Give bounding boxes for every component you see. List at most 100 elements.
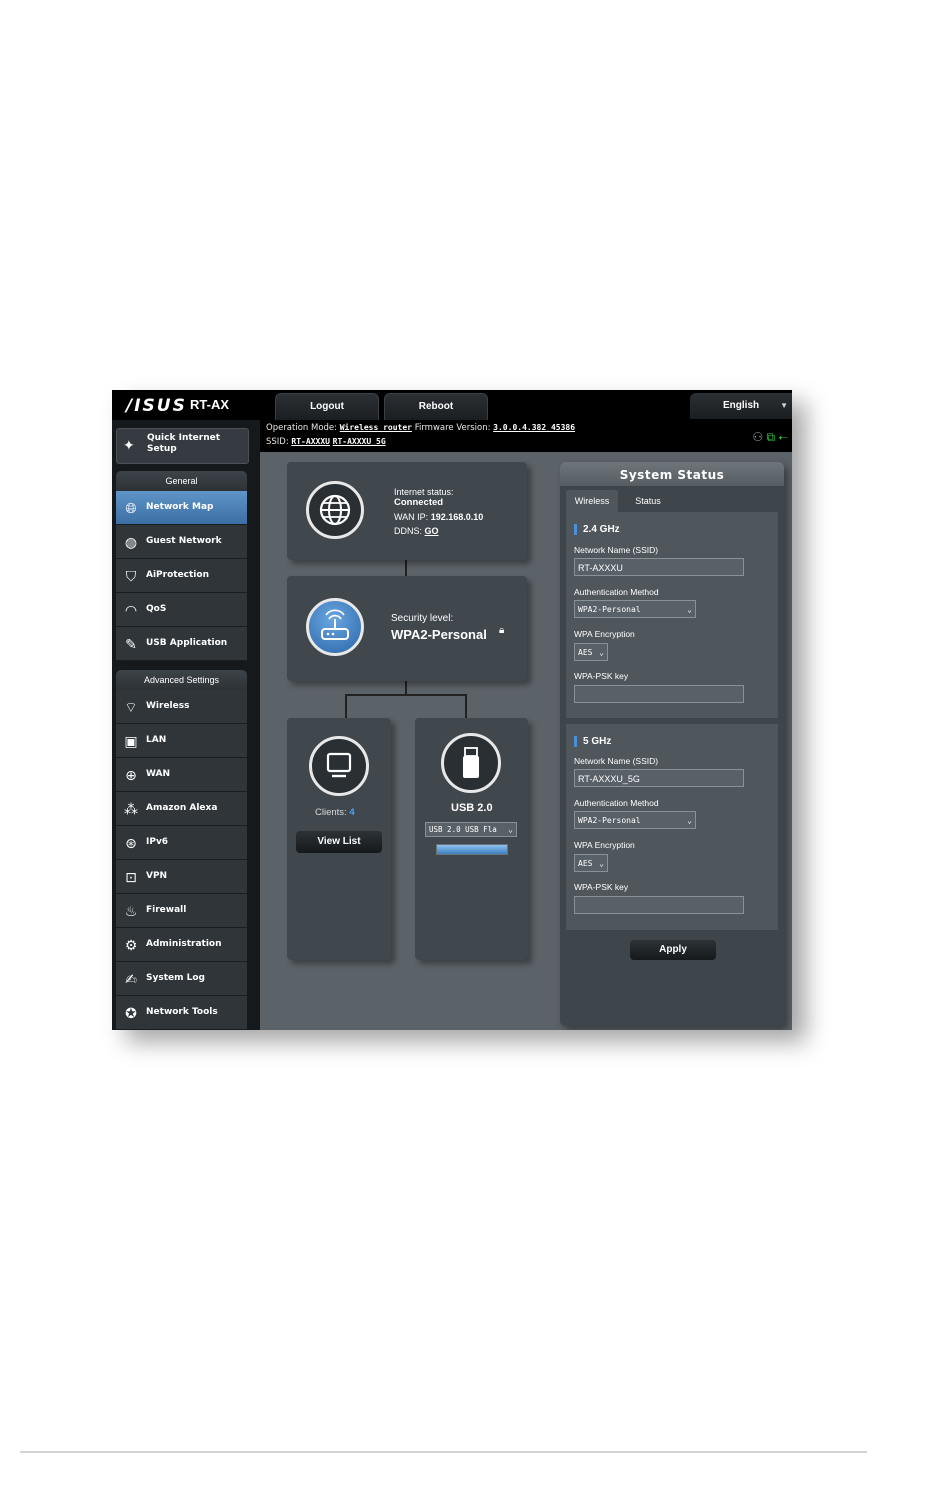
- sidebar-item-lan[interactable]: ▣ LAN: [116, 724, 247, 758]
- lan-port-icon: ▣: [124, 733, 138, 749]
- sidebar-item-wireless[interactable]: ⌔ Wireless: [116, 690, 247, 724]
- sidebar-item-label: AiProtection: [146, 570, 209, 580]
- chevron-down-icon: ▼: [780, 401, 788, 410]
- ssid-5-input[interactable]: RT-AXXXU_5G: [574, 769, 744, 787]
- quick-setup-label: Quick Internet Setup: [147, 433, 221, 454]
- sidebar-item-network-tools[interactable]: ✪ Network Tools: [116, 996, 247, 1030]
- enc-5-select[interactable]: AES ⌄: [574, 854, 608, 872]
- system-status-title: System Status: [560, 462, 784, 486]
- general-section: General 🌐︎ Network Map ◍ Guest Network ⛉…: [116, 471, 247, 661]
- sidebar-item-label: Network Tools: [146, 1007, 218, 1017]
- auth-5-label: Authentication Method: [574, 798, 659, 808]
- chevron-down-icon: ⌄: [687, 605, 692, 614]
- ssid-24-label: Network Name (SSID): [574, 545, 659, 555]
- shield-lock-icon: ⛉: [125, 568, 137, 584]
- ssid-5-link[interactable]: RT-AXXXU_5G: [333, 437, 386, 446]
- apply-button[interactable]: Apply: [630, 940, 716, 960]
- psk-5-input[interactable]: [574, 896, 744, 914]
- sidebar-item-label: QoS: [146, 604, 167, 614]
- model-name: RT-AX: [190, 397, 229, 412]
- clients-line: Clients: 4: [315, 807, 355, 818]
- ipv6-icon: ⊛: [125, 835, 137, 851]
- sidebar-item-label: USB Application: [146, 638, 228, 648]
- network-status-icon[interactable]: ⧉: [766, 430, 775, 444]
- sidebar-item-label: Administration: [146, 939, 222, 949]
- sidebar-item-system-log[interactable]: ✍ System Log: [116, 962, 247, 996]
- page-footer-rule: [20, 1451, 867, 1453]
- router-security-card[interactable]: Security level: WPA2-Personal 🔒︎: [287, 576, 527, 681]
- globe-icon: [306, 481, 364, 539]
- connector-line: [345, 694, 347, 718]
- ssid-24-input[interactable]: RT-AXXXU: [574, 558, 744, 576]
- band-24-heading: 2.4 GHz: [574, 524, 620, 535]
- sidebar-item-administration[interactable]: ⚙ Administration: [116, 928, 247, 962]
- wan-globe-icon: ⊕: [125, 767, 137, 783]
- sidebar-item-network-map[interactable]: 🌐︎ Network Map: [116, 491, 247, 525]
- clients-status-icon[interactable]: ⚇: [752, 430, 763, 444]
- ssid-24-link[interactable]: RT-AXXXU: [291, 437, 330, 446]
- operation-mode-link[interactable]: Wireless router: [340, 423, 412, 432]
- usb-status-icon[interactable]: ⭠: [778, 430, 788, 444]
- ddns-go-link[interactable]: GO: [425, 526, 439, 536]
- chevron-down-icon: ⌄: [687, 816, 692, 825]
- logout-button[interactable]: Logout: [275, 393, 379, 420]
- sidebar-item-guest-network[interactable]: ◍ Guest Network: [116, 525, 247, 559]
- admin-gear-icon: ⚙: [124, 937, 138, 953]
- psk-5-label: WPA-PSK key: [574, 882, 629, 892]
- fire-icon: ♨: [124, 903, 138, 919]
- firmware-link[interactable]: 3.0.0.4.382_45386: [493, 423, 575, 432]
- enc-5-label: WPA Encryption: [574, 840, 635, 850]
- connector-line: [465, 694, 467, 718]
- sidebar-item-ipv6[interactable]: ⊛ IPv6: [116, 826, 247, 860]
- band-5-panel: 5 GHz Network Name (SSID) RT-AXXXU_5G Au…: [566, 724, 778, 930]
- sidebar-item-usb-application[interactable]: ✎ USB Application: [116, 627, 247, 661]
- sidebar-item-label: VPN: [146, 871, 168, 881]
- clients-label: Clients:: [315, 807, 347, 818]
- advanced-section: Advanced Settings ⌔ Wireless ▣ LAN ⊕ WAN…: [116, 670, 247, 1030]
- sidebar-item-label: LAN: [146, 735, 167, 745]
- auth-24-value: WPA2-Personal: [578, 605, 641, 614]
- auth-24-select[interactable]: WPA2-Personal ⌄: [574, 600, 696, 618]
- sidebar-item-qos[interactable]: ◠ QoS: [116, 593, 247, 627]
- sidebar-item-label: Guest Network: [146, 536, 222, 546]
- wan-ip-label: WAN IP:: [394, 512, 429, 522]
- auth-5-select[interactable]: WPA2-Personal ⌄: [574, 811, 696, 829]
- view-list-button[interactable]: View List: [296, 831, 382, 853]
- enc-24-select[interactable]: AES ⌄: [574, 643, 608, 661]
- sidebar-item-amazon-alexa[interactable]: ⁂ Amazon Alexa: [116, 792, 247, 826]
- sidebar-item-aiprotection[interactable]: ⛉ AiProtection: [116, 559, 247, 593]
- connector-line: [345, 694, 467, 696]
- usb-device-select[interactable]: USB 2.0 USB Fla ⌄: [425, 822, 517, 837]
- wan-ip-line: WAN IP: 192.168.0.10: [394, 512, 483, 522]
- tab-status[interactable]: Status: [622, 490, 674, 512]
- clients-card[interactable]: Clients: 4 View List: [287, 718, 391, 960]
- ssid-line: SSID: RT-AXXXU RT-AXXXU_5G: [266, 437, 386, 447]
- puzzle-icon: ✎: [125, 636, 137, 652]
- tools-gear-icon: ✪: [125, 1005, 137, 1021]
- firmware-label: Firmware Version:: [414, 423, 491, 433]
- sidebar-item-vpn[interactable]: ⊡ VPN: [116, 860, 247, 894]
- auth-24-label: Authentication Method: [574, 587, 659, 597]
- ddns-label: DDNS:: [394, 526, 423, 536]
- router-icon: [306, 598, 364, 656]
- top-bar: /ISUS RT-AX Logout Reboot English ▼: [112, 390, 792, 420]
- quick-internet-setup-button[interactable]: ✦ Quick Internet Setup: [116, 428, 249, 464]
- wifi-icon: ⌔: [124, 699, 138, 715]
- advanced-header: Advanced Settings: [116, 670, 247, 690]
- auth-5-value: WPA2-Personal: [578, 816, 641, 825]
- internet-status-card[interactable]: Internet status: Connected WAN IP: 192.1…: [287, 462, 527, 560]
- sidebar-item-firewall[interactable]: ♨ Firewall: [116, 894, 247, 928]
- language-select[interactable]: English ▼: [690, 393, 792, 419]
- ssid-5-label: Network Name (SSID): [574, 756, 659, 766]
- clients-count[interactable]: 4: [349, 807, 354, 818]
- psk-24-input[interactable]: [574, 685, 744, 703]
- sidebar-item-label: System Log: [146, 973, 205, 983]
- reboot-button[interactable]: Reboot: [384, 393, 488, 420]
- network-map-area: Internet status: Connected WAN IP: 192.1…: [260, 452, 792, 1030]
- info-bar: Operation Mode: Wireless router Firmware…: [260, 420, 792, 452]
- sidebar-item-wan[interactable]: ⊕ WAN: [116, 758, 247, 792]
- tab-wireless[interactable]: Wireless: [566, 490, 618, 512]
- usb-card[interactable]: USB 2.0 USB 2.0 USB Fla ⌄: [415, 718, 528, 960]
- operation-mode-label: Operation Mode:: [266, 423, 338, 433]
- usb-label: USB 2.0: [451, 802, 493, 814]
